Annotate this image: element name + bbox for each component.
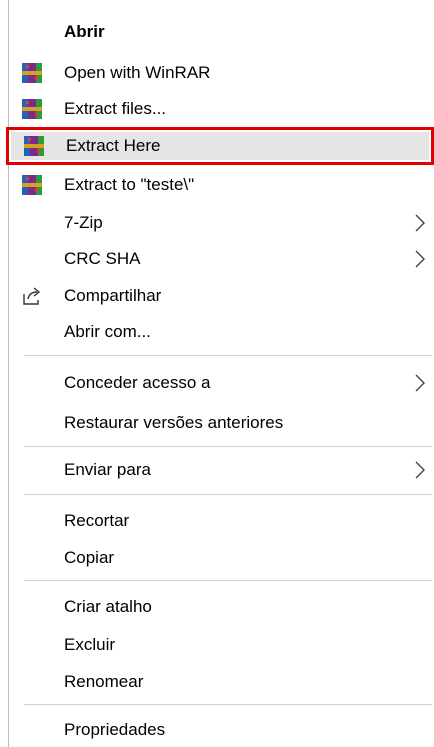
menu-item-label: 7-Zip	[64, 213, 103, 232]
menu-item-label: Extract files...	[64, 99, 167, 118]
menu-item-label: Enviar para	[64, 460, 151, 479]
menu-item-extract-files[interactable]: Extract files...	[12, 91, 432, 127]
chevron-right-icon	[414, 212, 426, 234]
menu-separator	[24, 355, 432, 356]
menu-item-label: Renomear	[64, 672, 144, 691]
menu-item-label: Restaurar versões anteriores	[64, 413, 284, 432]
menu-separator	[24, 704, 432, 705]
menu-item-restaurar-versoes[interactable]: Restaurar versões anteriores	[12, 405, 432, 441]
menu-item-copiar[interactable]: Copiar	[12, 540, 432, 576]
winrar-icon	[22, 175, 42, 195]
menu-item-renomear[interactable]: Renomear	[12, 664, 432, 700]
menu-item-label: Abrir com...	[64, 322, 151, 341]
menu-item-extract-to[interactable]: Extract to "teste\"	[12, 167, 432, 203]
menu-item-label: Propriedades	[64, 720, 166, 739]
menu-item-label: CRC SHA	[64, 249, 141, 268]
menu-item-propriedades[interactable]: Propriedades	[12, 712, 432, 747]
menu-item-extract-here[interactable]: Extract Here	[6, 127, 434, 165]
menu-item-label: Compartilhar	[64, 286, 162, 305]
chevron-right-icon	[414, 248, 426, 270]
menu-separator	[24, 494, 432, 495]
menu-item-label: Recortar	[64, 511, 130, 530]
menu-item-label: Excluir	[64, 635, 116, 654]
menu-item-label: Criar atalho	[64, 597, 152, 616]
context-menu: Abrir Open with WinRAR Extract files... …	[0, 0, 434, 747]
share-icon	[22, 286, 42, 306]
menu-item-7zip[interactable]: 7-Zip	[12, 205, 432, 241]
menu-item-compartilhar[interactable]: Compartilhar	[12, 278, 432, 314]
menu-item-conceder-acesso[interactable]: Conceder acesso a	[12, 365, 432, 401]
menu-item-enviar-para[interactable]: Enviar para	[12, 452, 432, 488]
menu-item-open-with-winrar[interactable]: Open with WinRAR	[12, 55, 432, 91]
menu-item-excluir[interactable]: Excluir	[12, 627, 432, 663]
menu-separator	[24, 580, 432, 581]
chevron-right-icon	[414, 372, 426, 394]
menu-left-border	[8, 0, 9, 747]
menu-item-label: Open with WinRAR	[64, 63, 211, 82]
menu-item-label: Copiar	[64, 548, 115, 567]
menu-item-label: Abrir	[64, 22, 105, 41]
chevron-right-icon	[414, 459, 426, 481]
menu-item-abrir-com[interactable]: Abrir com...	[12, 314, 432, 350]
menu-item-abrir[interactable]: Abrir	[12, 14, 432, 50]
winrar-icon	[22, 99, 42, 119]
menu-item-label: Conceder acesso a	[64, 373, 211, 392]
menu-item-label: Extract Here	[66, 136, 161, 155]
winrar-icon	[22, 63, 42, 83]
menu-item-label: Extract to "teste\"	[64, 175, 195, 194]
menu-item-crc-sha[interactable]: CRC SHA	[12, 241, 432, 277]
winrar-icon	[24, 136, 44, 156]
menu-separator	[24, 446, 432, 447]
menu-item-recortar[interactable]: Recortar	[12, 503, 432, 539]
menu-item-criar-atalho[interactable]: Criar atalho	[12, 589, 432, 625]
